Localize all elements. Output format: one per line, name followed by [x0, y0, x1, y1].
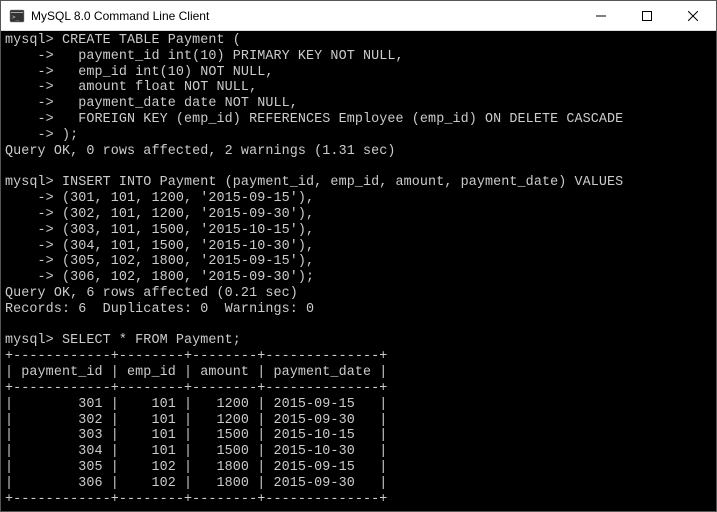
app-icon: >_ [9, 8, 25, 24]
window-title: MySQL 8.0 Command Line Client [31, 9, 578, 23]
terminal-output[interactable]: mysql> CREATE TABLE Payment ( -> payment… [1, 31, 716, 511]
close-button[interactable] [670, 1, 716, 30]
minimize-button[interactable] [578, 1, 624, 30]
window-titlebar: >_ MySQL 8.0 Command Line Client [1, 1, 716, 31]
window-controls [578, 1, 716, 30]
svg-text:>_: >_ [12, 14, 20, 21]
maximize-button[interactable] [624, 1, 670, 30]
